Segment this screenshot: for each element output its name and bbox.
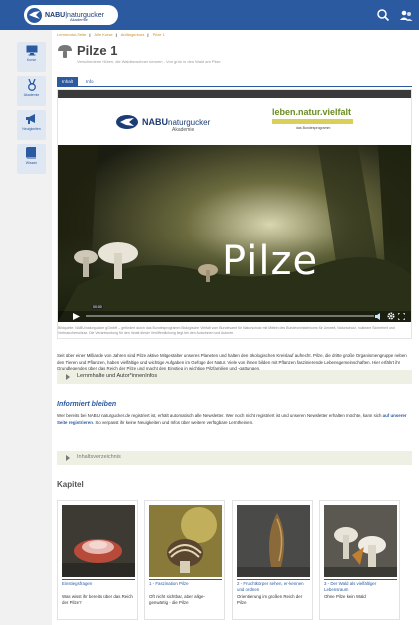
sidebar-item-label: Akademie (23, 93, 40, 97)
chapter-card[interactable]: 1 - Faszination Pilze Oft nicht sichtbar… (144, 500, 225, 620)
main-content: Lernmodul-Seite | Alle Kurse | Anfängerkur… (52, 30, 419, 625)
chevron-right-icon (66, 455, 70, 461)
info-text: Wer bereits bei NABU naturgucker.de regi… (57, 413, 412, 426)
user-switch-icon[interactable] (399, 8, 413, 22)
info-heading: Informiert bleiben (57, 401, 117, 408)
sidebar-item-label: Kurse (26, 58, 37, 62)
sidebar-item-kurse[interactable]: Kurse (17, 42, 46, 72)
chapter-title[interactable]: Einstiegsfragen (62, 581, 136, 587)
chapter-image (324, 505, 397, 577)
tab-bar: Inhalt Info (57, 77, 412, 87)
top-bar: NABU |naturgucker Akademie (0, 0, 419, 30)
nabu-brand-2: naturgucker (168, 117, 211, 127)
search-icon[interactable] (376, 8, 390, 22)
chapter-card[interactable]: 3 - Der Wald als vielfältiger Lebensraum… (319, 500, 400, 620)
chapter-desc: Orientierung im großen Reich der Pilze (237, 594, 303, 605)
video-caption: Bildquelle: NABU/naturgucker gGmbH – gef… (58, 326, 395, 335)
sidebar-item-label: Neuigkeiten (22, 127, 41, 131)
sidebar-item-wissen[interactable]: Wissen (17, 144, 46, 174)
volume-icon[interactable] (375, 313, 383, 320)
chapter-card[interactable]: 2 - Fruchtkörper sehen, er-kennen und or… (232, 500, 313, 620)
chapter-desc: Was wisst ihr bereits über das Reich der… (62, 594, 133, 605)
video-title: Pilze (222, 238, 319, 284)
breadcrumb: Lernmodul-Seite | Alle Kurse | Anfängerkur… (57, 32, 165, 37)
video-player[interactable]: Pilze 00:00 (58, 145, 411, 322)
breadcrumb-item[interactable]: Pilze 1 (153, 32, 165, 37)
chevron-right-icon (66, 374, 70, 380)
nabu-brand: NABU (142, 117, 168, 127)
partner-logo-title: leben.natur.vielfalt (272, 107, 352, 117)
accordion-inhaltsverzeichnis[interactable]: Inhaltsverzeichnis (57, 451, 412, 465)
partner-logo-sub: das Bundesprogramm (296, 126, 331, 130)
monitor-icon (26, 45, 37, 56)
info-text-part: . So verpasst ihr keine Neuigkeiten und … (92, 419, 254, 425)
accordion-title: Lernmhalte und Autor*innenInfos (77, 373, 158, 379)
card-divider (237, 579, 310, 580)
sidebar-item-label: Wissen (25, 161, 38, 165)
chapter-image (149, 505, 222, 577)
logo-subtext: Akademie (70, 17, 88, 22)
logo-text: NABU (45, 11, 66, 19)
chapter-title[interactable]: 3 - Der Wald als vielfältiger Lebensraum (324, 581, 398, 592)
chapter-desc: Oft nicht sichtbar, aber allge-genwärtig… (149, 594, 205, 605)
chapter-title[interactable]: 1 - Faszination Pilze (149, 581, 223, 587)
video-controls: 00:00 (58, 305, 411, 322)
sidebar-item-neuigkeiten[interactable]: Neuigkeiten (17, 110, 46, 140)
award-icon (27, 79, 36, 91)
breadcrumb-item[interactable]: Lernmodul-Seite (57, 32, 86, 37)
nabu-brand-sub: Akademie (172, 127, 195, 133)
play-icon[interactable] (73, 313, 80, 320)
chapter-image (237, 505, 310, 577)
chapter-title[interactable]: 2 - Fruchtkörper sehen, er-kennen und or… (237, 581, 311, 592)
hero-top-band (58, 90, 411, 98)
card-divider (62, 579, 135, 580)
chapter-image (62, 505, 135, 577)
tab-inhalt[interactable]: Inhalt (57, 77, 79, 87)
page-title: Pilze 1 (77, 43, 118, 58)
nabu-bird-icon (27, 7, 42, 23)
chapter-desc: Ohne Pilze kein Wald (324, 594, 366, 599)
sidebar-item-akademie[interactable]: Akademie (17, 76, 46, 106)
video-time: 00:00 (92, 305, 103, 309)
kapitel-heading: Kapitel (57, 480, 84, 489)
info-text-part: Wer bereits bei NABU naturgucker.de regi… (57, 413, 382, 418)
fullscreen-icon[interactable] (398, 313, 405, 320)
partner-logo-bar (272, 119, 353, 124)
sidebar: Kurse Akademie Neuigkeiten Wissen (0, 30, 52, 625)
brand-row: NABU naturgucker Akademie leben.natur.vi… (58, 98, 411, 145)
video-progress-bar[interactable] (86, 315, 374, 317)
chapter-card[interactable]: Einstiegsfragen Was wisst ihr bereits üb… (57, 500, 138, 620)
breadcrumb-item[interactable]: Anfängerkurs (121, 32, 145, 37)
card-divider (149, 579, 222, 580)
video-frame (58, 145, 411, 322)
breadcrumb-item[interactable]: Alle Kurse (94, 32, 112, 37)
book-icon (26, 147, 36, 159)
nabu-logo[interactable]: NABU |naturgucker Akademie (24, 5, 118, 25)
settings-gear-icon[interactable] (387, 312, 395, 320)
course-hero: NABU naturgucker Akademie leben.natur.vi… (57, 89, 412, 339)
nabu-akademie-logo: NABU naturgucker Akademie (116, 113, 226, 133)
page-header: Pilze 1 Verschiedene Hüten, die Waldbewo… (57, 43, 412, 73)
mushroom-icon (58, 45, 72, 58)
accordion-lerninhalte[interactable]: Lernmhalte und Autor*innenInfos (57, 370, 412, 384)
tab-info[interactable]: Info (81, 77, 99, 87)
accordion-title: Inhaltsverzeichnis (77, 454, 121, 460)
card-divider (324, 579, 397, 580)
page-subtitle: Verschiedene Hüten, die Waldbewohner ken… (77, 59, 221, 64)
nabu-bird-icon (116, 115, 138, 129)
megaphone-icon (26, 114, 35, 124)
